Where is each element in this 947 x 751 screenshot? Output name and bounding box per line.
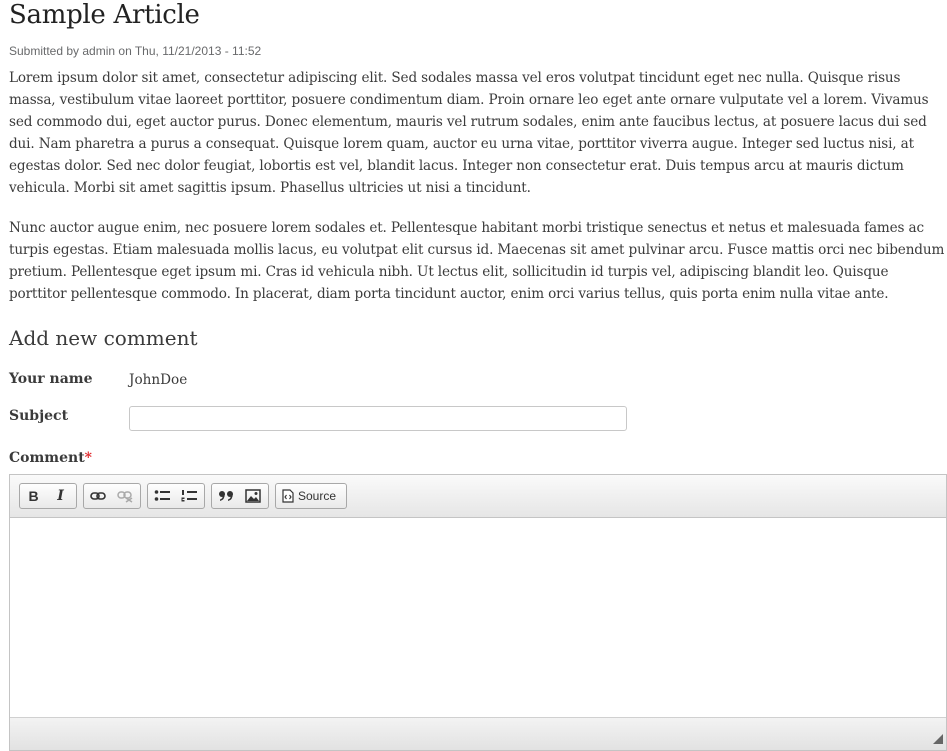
unlink-button[interactable] (111, 484, 138, 508)
numbered-list-button[interactable] (175, 484, 202, 508)
editor-toolbar: B I Source (10, 475, 946, 518)
subject-label: Subject (9, 408, 69, 424)
toolbar-group-insert (211, 483, 269, 509)
resize-handle-icon[interactable] (933, 734, 943, 744)
article-meta: Submitted by admin on Thu, 11/21/2013 - … (9, 44, 262, 58)
comment-edit-area[interactable] (10, 518, 946, 718)
blockquote-button[interactable] (212, 484, 239, 508)
article-paragraph-1: Lorem ipsum dolor sit amet, consectetur … (9, 70, 929, 196)
bold-button[interactable]: B (20, 484, 47, 508)
name-label: Your name (9, 371, 93, 387)
required-marker: * (84, 450, 92, 466)
bold-icon: B (28, 488, 39, 504)
toolbar-group-basic: B I (19, 483, 77, 509)
source-icon (282, 489, 294, 503)
toolbar-group-source: Source (275, 483, 347, 509)
unlink-icon (116, 491, 132, 503)
link-icon (89, 492, 106, 500)
italic-button[interactable]: I (47, 484, 74, 508)
comment-heading: Add new comment (9, 326, 198, 350)
comment-label-text: Comment (9, 450, 85, 466)
italic-icon: I (57, 488, 64, 504)
link-button[interactable] (84, 484, 111, 508)
source-button-label: Source (298, 489, 337, 503)
blockquote-icon (218, 491, 233, 501)
numbered-list-icon (181, 490, 197, 502)
comment-editor: B I Source (9, 474, 947, 751)
image-icon (244, 489, 261, 503)
subject-input[interactable] (129, 406, 627, 431)
image-button[interactable] (239, 484, 266, 508)
comment-label: Comment* (9, 450, 92, 466)
toolbar-group-links (83, 483, 141, 509)
article-paragraph-2: Nunc auctor augue enim, nec posuere lore… (9, 220, 945, 302)
bulleted-list-icon (154, 490, 170, 501)
name-value: JohnDoe (129, 372, 188, 388)
bulleted-list-button[interactable] (148, 484, 175, 508)
article-title: Sample Article (9, 0, 200, 30)
editor-status-bar (10, 717, 946, 750)
toolbar-group-lists (147, 483, 205, 509)
source-button[interactable]: Source (276, 484, 342, 508)
